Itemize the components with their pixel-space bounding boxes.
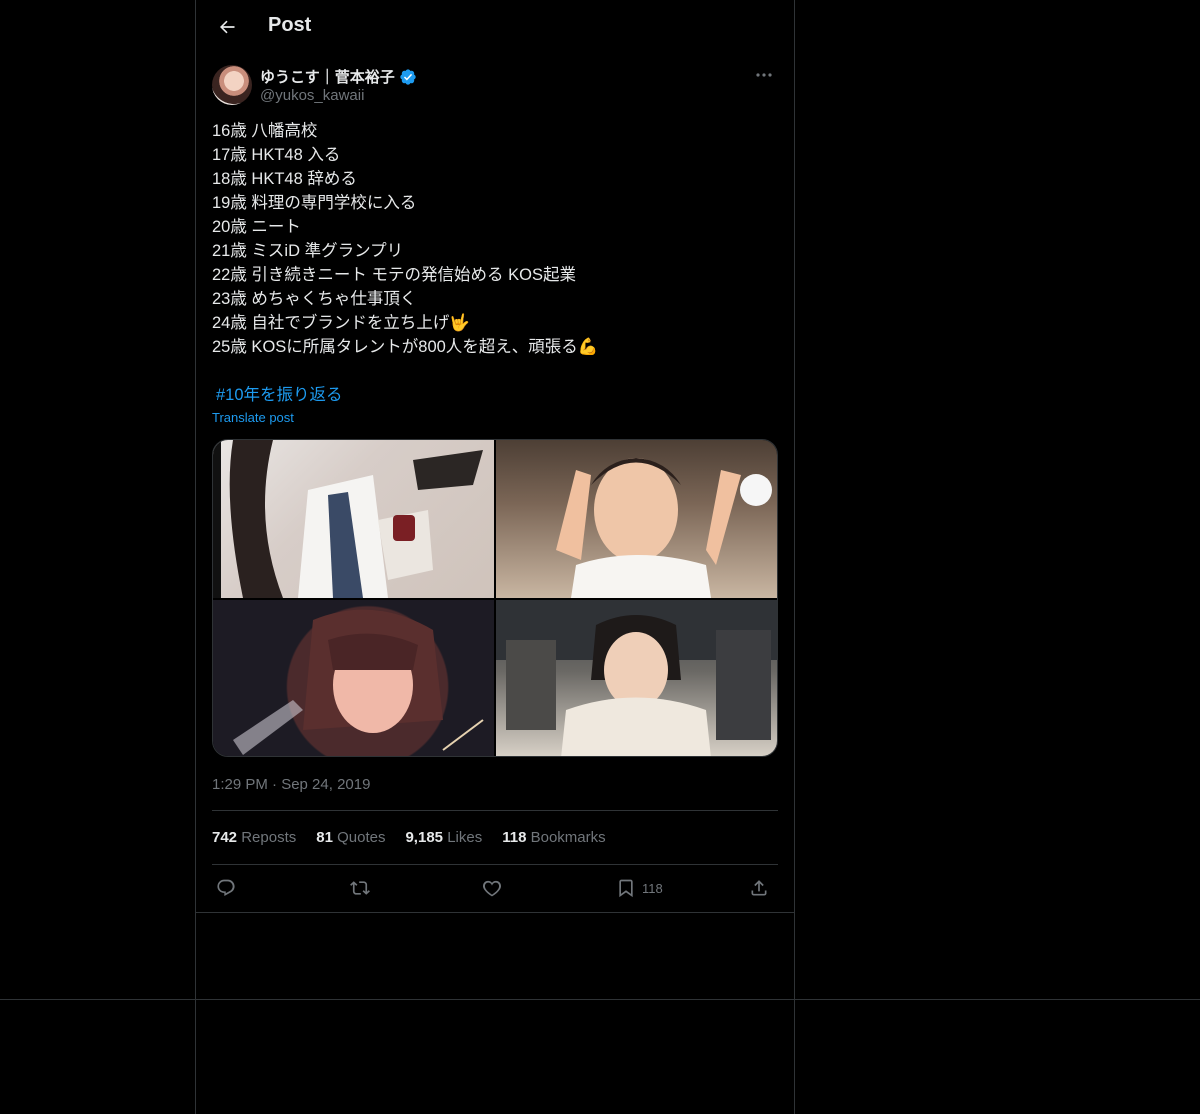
avatar[interactable] [212, 65, 252, 105]
post-line: 20歳 ニート [212, 218, 301, 236]
reply-icon [217, 879, 235, 896]
reply-button[interactable] [216, 876, 236, 900]
post-image-4[interactable] [496, 600, 777, 756]
image-3-shapes [233, 609, 484, 755]
post-line: 18歳 HKT48 辞める [212, 170, 357, 188]
post-image-2[interactable] [496, 440, 777, 598]
top-bar: Post [196, 0, 794, 53]
like-icon [483, 880, 501, 897]
author-handle[interactable]: @yukos_kawaii [260, 87, 364, 104]
post-line: 17歳 HKT48 入る [212, 146, 341, 164]
bookmarks-count: 118 [502, 829, 527, 846]
quotes-label: Quotes [337, 829, 386, 846]
post-image-3[interactable] [213, 600, 494, 756]
post-author: ゆうこす｜菅本裕子 @yukos_kawaii [212, 65, 778, 109]
back-button[interactable] [210, 10, 244, 44]
share-button[interactable] [749, 876, 769, 900]
image-4-shapes [496, 600, 777, 756]
post-image-1[interactable] [213, 440, 494, 598]
translate-post-link[interactable]: Translate post [212, 410, 294, 425]
quotes-stat[interactable]: 81 Quotes [316, 829, 385, 846]
post-actions: 118 [212, 864, 778, 912]
post-line: 23歳 めちゃくちゃ仕事頂く [212, 290, 417, 308]
bookmark-button[interactable]: 118 [616, 876, 663, 900]
bookmark-icon [619, 879, 633, 898]
reposts-count: 742 [212, 829, 238, 846]
post-text: 16歳 八幡高校 17歳 HKT48 入る 18歳 HKT48 辞める 19歳 … [212, 119, 778, 407]
hashtag-link[interactable]: #10年を振り返る [212, 383, 778, 407]
bookmarks-label: Bookmarks [530, 829, 606, 846]
post-timestamp[interactable]: 1:29 PM · Sep 24, 2019 [212, 776, 370, 793]
more-icon [756, 73, 772, 77]
post-line: 25歳 KOSに所属タレントが800人を超え、頑張る💪 [212, 338, 599, 356]
author-display-name[interactable]: ゆうこす｜菅本裕子 [260, 66, 395, 87]
post-stats: 742 Reposts 81 Quotes 9,185 Likes 118 Bo… [212, 810, 778, 865]
repost-button[interactable] [349, 876, 371, 900]
post-line: 24歳 自社でブランドを立ち上げ🤟 [212, 314, 470, 332]
image-1-shapes [213, 440, 483, 598]
post-line: 16歳 八幡高校 [212, 122, 318, 140]
post-line: 21歳 ミスiD 準グランプリ [212, 242, 404, 260]
like-button[interactable] [482, 876, 502, 900]
reposts-stat[interactable]: 742 Reposts [212, 829, 296, 846]
back-arrow-icon [220, 20, 235, 34]
page-title: Post [268, 14, 312, 36]
quotes-count: 81 [316, 829, 333, 846]
author-name-row[interactable]: ゆうこす｜菅本裕子 [260, 66, 417, 87]
primary-column: Post ゆうこす｜菅本裕子 @yukos_kawaii 16歳 八幡高校 17… [195, 0, 795, 1114]
more-button[interactable] [750, 65, 778, 85]
verified-badge-icon [400, 68, 416, 85]
bookmarks-stat[interactable]: 118 Bookmarks [502, 829, 605, 846]
share-icon [751, 880, 767, 896]
repost-icon [350, 881, 370, 895]
post-line: 22歳 引き続きニート モテの発信始める KOS起業 [212, 266, 576, 284]
image-2-shapes [556, 458, 772, 598]
post-line: 19歳 料理の専門学校に入る [212, 194, 417, 212]
bookmark-count: 118 [642, 880, 663, 896]
reposts-label: Reposts [241, 829, 297, 846]
likes-label: Likes [447, 829, 483, 846]
post-bottom-divider [196, 912, 794, 913]
media-grid [212, 439, 778, 757]
likes-count: 9,185 [405, 829, 444, 846]
likes-stat[interactable]: 9,185 Likes [405, 829, 482, 846]
